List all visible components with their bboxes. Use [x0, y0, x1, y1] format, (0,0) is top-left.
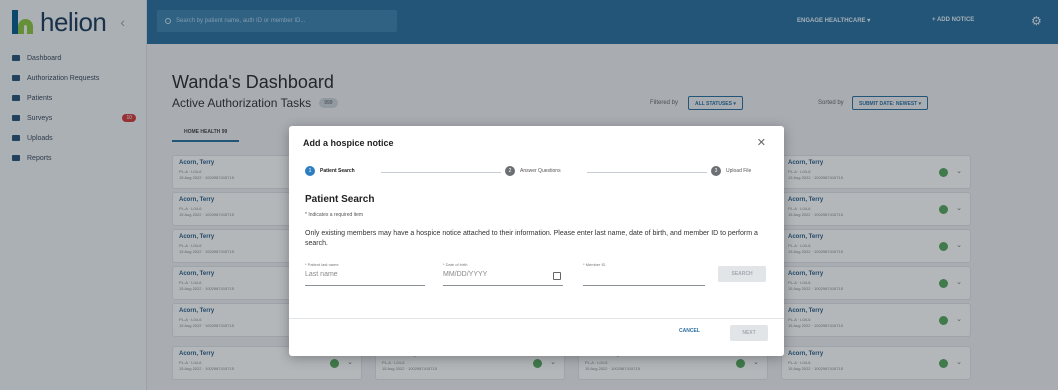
- member-id-field[interactable]: * Member ID: [583, 262, 705, 286]
- calendar-icon[interactable]: [553, 272, 561, 280]
- section-title: Patient Search: [305, 194, 375, 205]
- close-icon[interactable]: ✕: [757, 136, 766, 149]
- search-button[interactable]: SEARCH: [718, 266, 766, 282]
- step-label: Patient Search: [320, 168, 355, 174]
- dob-placeholder: MM/DD/YYYY: [443, 271, 488, 278]
- dialog-title: Add a hospice notice: [303, 138, 394, 148]
- step-1-indicator: 1: [305, 166, 315, 176]
- member-id-label: * Member ID: [583, 262, 606, 267]
- description-text: Only existing members may have a hospice…: [305, 230, 758, 247]
- last-name-field[interactable]: * Patient last name Last name: [305, 262, 425, 286]
- cancel-button[interactable]: CANCEL: [679, 328, 700, 334]
- step-2-indicator: 2: [505, 166, 515, 176]
- step-upload-file: 3 Upload File: [711, 166, 751, 176]
- step-label: Answer Questions: [520, 168, 561, 174]
- required-note: * Indicates a required item: [305, 212, 364, 218]
- next-button[interactable]: NEXT: [730, 325, 768, 341]
- date-of-birth-field[interactable]: * Date of birth MM/DD/YYYY: [443, 262, 563, 286]
- step-patient-search: 1 Patient Search: [305, 166, 355, 176]
- last-name-placeholder: Last name: [305, 271, 338, 278]
- step-connector: [587, 172, 707, 173]
- stepper: 1 Patient Search 2 Answer Questions 3 Up…: [305, 166, 775, 180]
- step-answer-questions: 2 Answer Questions: [505, 166, 561, 176]
- step-3-indicator: 3: [711, 166, 721, 176]
- step-label: Upload File: [726, 168, 752, 174]
- last-name-label: * Patient last name: [305, 262, 339, 267]
- add-hospice-notice-dialog: Add a hospice notice ✕ 1 Patient Search …: [289, 126, 784, 356]
- dob-label: * Date of birth: [443, 262, 468, 267]
- dialog-divider: [289, 318, 784, 319]
- step-connector: [381, 172, 501, 173]
